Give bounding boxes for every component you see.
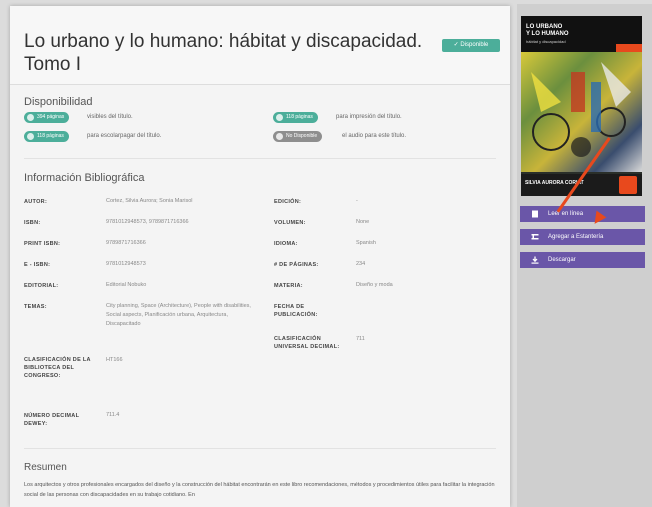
label-subject: MATERIA: <box>274 283 303 289</box>
label-publisher: EDITORIAL: <box>24 283 59 289</box>
audio-text: el audio para este título. <box>342 133 407 139</box>
publisher-logo <box>619 176 637 194</box>
value-lc-classification: HT166 <box>106 357 123 363</box>
biblio-heading: Información Bibliográfica <box>24 172 145 184</box>
book-detail-panel: Lo urbano y lo humano: hábitat y discapa… <box>10 6 510 507</box>
title-section: Lo urbano y lo humano: hábitat y discapa… <box>10 6 510 85</box>
book-cover[interactable]: LO URBANO Y LO HUMANO hábitat y discapac… <box>521 16 642 196</box>
divider <box>24 448 496 449</box>
value-dewey: 711.4 <box>106 412 120 418</box>
value-volume: None <box>356 219 370 225</box>
value-udc: 711 <box>356 336 365 342</box>
download-button[interactable]: Descargar <box>520 252 645 268</box>
download-pages-text: para escolarpagar del título. <box>87 133 162 139</box>
label-eisbn: E - ISBN: <box>24 262 51 268</box>
pill-visible-pages: 394 páginas <box>24 112 70 123</box>
label-print-isbn: PRINT ISBN: <box>24 241 61 247</box>
value-edition: - <box>356 198 358 204</box>
value-print-isbn: 9789871716366 <box>106 240 146 246</box>
book-title: Lo urbano y lo humano: hábitat y discapa… <box>24 31 423 75</box>
label-lc-classification: CLASIFICACIÓN DE LA BIBLIOTECA DEL CONGR… <box>24 357 91 379</box>
value-isbn: 9781012948573, 9789871716366 <box>106 219 189 225</box>
print-icon <box>276 114 283 121</box>
download-icon <box>531 256 539 264</box>
cover-illustration <box>521 52 642 172</box>
pill-audio: No Disponible <box>273 131 323 142</box>
value-subjects: City planning, Space (Architecture), Peo… <box>106 303 251 327</box>
label-udc: CLASIFICACIÓN UNIVERSAL DECIMAL: <box>274 336 340 350</box>
summary-heading: Resumen <box>24 462 67 473</box>
label-publication-date: FECHA DE PUBLICACIÓN: <box>274 304 318 318</box>
label-volume: VOLUMEN: <box>274 220 306 226</box>
summary-text: Los arquitectos y otros profesionales en… <box>24 482 495 498</box>
value-page-count: 234 <box>356 261 366 267</box>
eye-icon <box>27 114 34 121</box>
cover-title: LO URBANO Y LO HUMANO hábitat y discapac… <box>526 24 569 44</box>
read-online-button[interactable]: Leer en línea <box>520 206 645 222</box>
visible-pages-text: visibles del título. <box>87 114 133 120</box>
book-icon <box>532 210 538 218</box>
value-eisbn: 9781012948573 <box>106 261 146 267</box>
divider <box>24 158 496 159</box>
value-language: Spanish <box>356 240 376 246</box>
value-subject: Diseño y moda <box>356 282 393 288</box>
value-publisher: Editorial Nobuko <box>106 282 147 288</box>
status-badge: ✓ Disponible <box>442 39 500 52</box>
pill-download-pages: 118 páginas <box>24 131 69 142</box>
label-subjects: TEMAS: <box>24 304 47 310</box>
add-to-shelf-button[interactable]: Agregar a Estantería <box>520 229 645 245</box>
shelf-icon <box>531 234 539 240</box>
pill-print-pages: 118 páginas <box>273 112 318 123</box>
availability-heading: Disponibilidad <box>24 96 93 108</box>
label-isbn: ISBN: <box>24 220 41 226</box>
value-author: Cortez, Silvia Aurora; Sonia Marisol <box>106 198 193 204</box>
label-author: AUTOR: <box>24 199 48 205</box>
label-language: IDIOMA: <box>274 241 298 247</box>
label-page-count: # DE PÁGINAS: <box>274 262 319 268</box>
download-small-icon <box>27 133 34 140</box>
print-pages-text: para impresión del título. <box>336 114 402 120</box>
audio-icon <box>276 133 283 140</box>
label-edition: EDICIÓN: <box>274 199 302 205</box>
label-dewey: NÚMERO DECIMAL DEWEY: <box>24 413 80 427</box>
